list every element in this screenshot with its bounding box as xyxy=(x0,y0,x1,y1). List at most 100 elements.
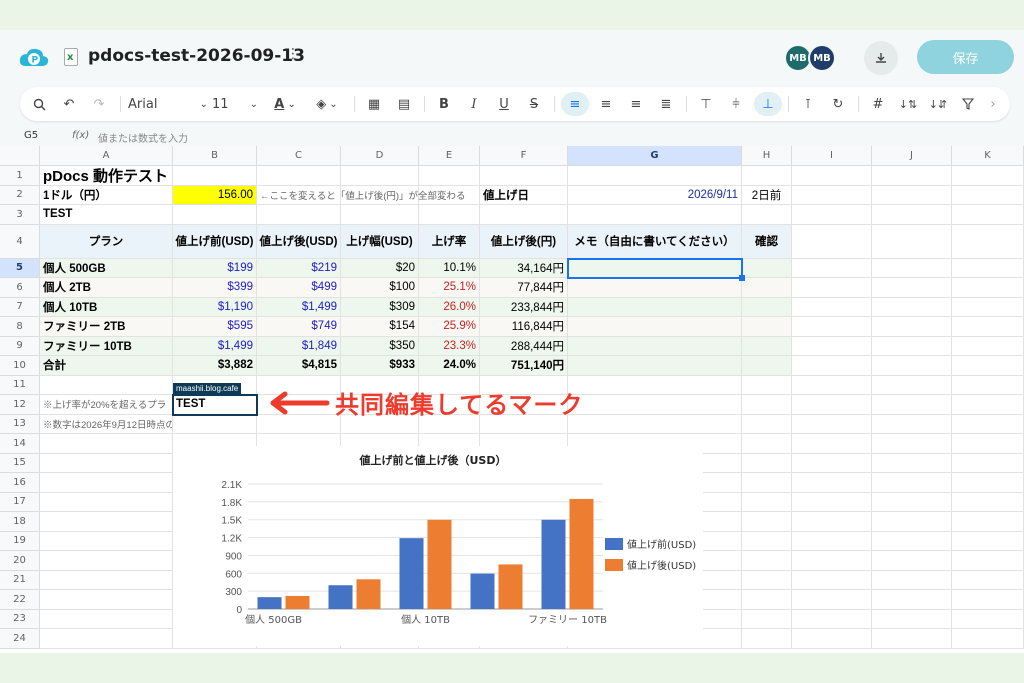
bar-after[interactable] xyxy=(356,579,381,609)
check-cell[interactable] xyxy=(742,258,792,278)
table-row-cell[interactable]: $219 xyxy=(257,258,341,278)
column-header-b[interactable]: B xyxy=(173,146,257,166)
sort-ascending-icon[interactable]: ↓⇅ xyxy=(898,92,918,116)
sheet-cell[interactable] xyxy=(952,414,1024,434)
row-header-20[interactable]: 20 xyxy=(0,551,40,571)
number-format-icon[interactable]: # xyxy=(868,92,888,116)
sheet-cell[interactable] xyxy=(742,551,792,571)
bar-before[interactable] xyxy=(257,597,282,609)
sheet-cell[interactable] xyxy=(742,492,792,512)
check-cell[interactable] xyxy=(742,317,792,337)
table-row-cell[interactable]: 26.0% xyxy=(419,297,480,317)
sheet-cell[interactable] xyxy=(792,512,872,532)
sheet-cell[interactable] xyxy=(792,336,872,356)
row-header-5[interactable]: 5 xyxy=(0,258,40,278)
sheet-cell[interactable] xyxy=(872,531,952,551)
bar-before[interactable] xyxy=(541,519,566,609)
sheet-cell[interactable] xyxy=(792,609,872,629)
text-color-button[interactable]: A ⌄ xyxy=(268,92,302,116)
table-header-cell[interactable]: 上げ率 xyxy=(419,224,480,259)
sheet-cell[interactable] xyxy=(872,317,952,337)
sheet-cell[interactable] xyxy=(792,414,872,434)
total-row-cell[interactable]: $933 xyxy=(341,356,419,376)
align-right-icon[interactable]: ≡ xyxy=(626,92,646,116)
sheet-cell[interactable] xyxy=(872,434,952,454)
sheet-cell[interactable] xyxy=(40,551,173,571)
table-row-cell[interactable]: 34,164円 xyxy=(480,258,568,278)
sheet-cell[interactable] xyxy=(419,166,480,186)
row-header-2[interactable]: 2 xyxy=(0,185,40,205)
sheet-cell[interactable] xyxy=(872,297,952,317)
sheet-cell[interactable] xyxy=(952,473,1024,493)
underline-icon[interactable]: U xyxy=(494,92,514,116)
sheet-cell[interactable] xyxy=(952,356,1024,376)
sheet-cell[interactable] xyxy=(872,414,952,434)
row-header-10[interactable]: 10 xyxy=(0,356,40,376)
table-row-cell[interactable]: 個人 10TB xyxy=(40,297,173,317)
sheet-cell[interactable] xyxy=(40,590,173,610)
sheet-cell[interactable] xyxy=(792,551,872,571)
sheet-cell[interactable] xyxy=(568,375,742,395)
column-header-i[interactable]: I xyxy=(792,146,872,166)
sheet-cell[interactable] xyxy=(742,453,792,473)
sheet-cell[interactable] xyxy=(952,434,1024,454)
sheet-cell[interactable] xyxy=(40,434,173,454)
label-cell[interactable]: 1ドル（円） xyxy=(40,185,173,205)
select-all-corner[interactable] xyxy=(0,146,40,166)
align-left-icon[interactable]: ≡ xyxy=(561,92,589,116)
column-header-c[interactable]: C xyxy=(257,146,341,166)
sheet-cell[interactable] xyxy=(952,453,1024,473)
sheet-cell[interactable] xyxy=(792,453,872,473)
check-cell[interactable] xyxy=(742,278,792,298)
column-header-e[interactable]: E xyxy=(419,146,480,166)
table-row-cell[interactable]: 10.1% xyxy=(419,258,480,278)
italic-icon[interactable]: I xyxy=(464,92,484,116)
bar-chart[interactable]: 値上げ前と値上げ後（USD） 0 300 600 900 1.2K 1.5K 1.8K 2.1K… xyxy=(173,446,703,646)
row-header-12[interactable]: 12 xyxy=(0,395,40,415)
table-header-cell[interactable]: 値上げ後(USD) xyxy=(257,224,341,259)
borders-icon[interactable]: ▦ xyxy=(364,92,384,116)
table-header-cell[interactable]: 値上げ後(円) xyxy=(480,224,568,259)
sheet-cell[interactable] xyxy=(952,258,1024,278)
check-cell[interactable] xyxy=(742,356,792,376)
bar-before[interactable] xyxy=(328,585,353,609)
pdocs-logo-icon[interactable]: P xyxy=(18,46,50,70)
sheet-cell[interactable] xyxy=(952,297,1024,317)
strikethrough-icon[interactable]: S xyxy=(524,92,544,116)
row-header-24[interactable]: 24 xyxy=(0,629,40,649)
check-cell[interactable] xyxy=(742,297,792,317)
row-header-1[interactable]: 1 xyxy=(0,166,40,186)
sheet-cell[interactable] xyxy=(872,629,952,649)
sheet-cell[interactable] xyxy=(872,512,952,532)
sheet-cell[interactable] xyxy=(742,609,792,629)
table-row-cell[interactable]: 288,444円 xyxy=(480,336,568,356)
note-cell[interactable]: ←ここを変えると「値上げ後(円)」が全部変わる xyxy=(257,186,480,206)
sheet-cell[interactable] xyxy=(792,278,872,298)
bold-icon[interactable]: B xyxy=(434,92,454,116)
note-cell[interactable]: ※上げ率が20%を超えるプラ xyxy=(40,395,173,415)
table-header-cell[interactable]: 値上げ前(USD) xyxy=(173,224,257,259)
chevron-right-icon[interactable]: › xyxy=(986,92,1000,116)
sheet-cell[interactable] xyxy=(341,205,419,225)
row-header-17[interactable]: 17 xyxy=(0,492,40,512)
row-header-22[interactable]: 22 xyxy=(0,590,40,610)
table-row-cell[interactable]: $199 xyxy=(173,258,257,278)
sheet-cell[interactable] xyxy=(480,166,568,186)
sheet-cell[interactable] xyxy=(419,205,480,225)
bar-after[interactable] xyxy=(569,498,594,609)
table-row-cell[interactable]: 77,844円 xyxy=(480,278,568,298)
sheet-cell[interactable] xyxy=(872,395,952,415)
table-row-cell[interactable]: 個人 2TB xyxy=(40,278,173,298)
sheet-cell[interactable] xyxy=(952,551,1024,571)
sheet-cell[interactable] xyxy=(792,395,872,415)
sheet-cell[interactable] xyxy=(952,590,1024,610)
sheet-cell[interactable] xyxy=(952,317,1024,337)
sheet-cell[interactable] xyxy=(872,590,952,610)
table-row-cell[interactable]: ファミリー 2TB xyxy=(40,317,173,337)
table-row-cell[interactable]: 25.9% xyxy=(419,317,480,337)
valign-top-icon[interactable]: ⊤ xyxy=(696,92,716,116)
sheet-cell[interactable] xyxy=(480,205,568,225)
sheet-cell[interactable] xyxy=(952,512,1024,532)
sheet-cell[interactable] xyxy=(568,205,742,225)
align-center-icon[interactable]: ≡ xyxy=(596,92,616,116)
